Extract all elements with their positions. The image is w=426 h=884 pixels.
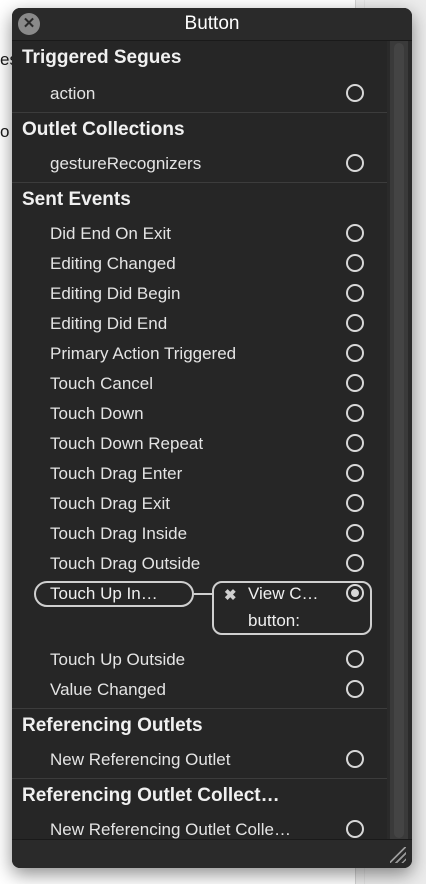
connection-circle-icon[interactable] <box>346 750 364 768</box>
connection-label: Touch Drag Inside <box>50 524 188 543</box>
remove-connection-icon[interactable]: ✖ <box>224 586 237 604</box>
connection-label: action <box>50 84 96 103</box>
connection-label: Value Changed <box>50 680 166 699</box>
connection-circle-icon[interactable] <box>346 524 364 542</box>
section-header-sent-events: Sent Events <box>12 182 387 216</box>
connection-row-gesture-recognizers[interactable]: gestureRecognizers <box>12 149 387 179</box>
target-object-label: View C… <box>248 584 319 603</box>
connection-label: Touch Drag Enter <box>50 464 183 483</box>
connection-row-event[interactable]: Value Changed <box>12 675 387 705</box>
connection-circle-icon[interactable] <box>346 224 364 242</box>
connection-circle-icon[interactable] <box>346 254 364 272</box>
connection-circle-icon[interactable] <box>346 464 364 482</box>
connection-circle-icon[interactable] <box>346 650 364 668</box>
close-icon[interactable]: ✕ <box>18 13 40 35</box>
target-action-label: button: <box>248 611 300 630</box>
connection-label: Touch Down Repeat <box>50 434 204 453</box>
background-text-fragment: o <box>0 122 10 141</box>
connection-row-new-referencing-outlet[interactable]: New Referencing Outlet <box>12 745 387 775</box>
connection-label: Editing Changed <box>50 254 176 273</box>
connection-row-event[interactable]: Editing Did Begin <box>12 279 387 309</box>
connection-label: New Referencing Outlet <box>50 750 231 769</box>
connection-label: Touch Cancel <box>50 374 154 393</box>
connection-row-event[interactable]: Editing Did End <box>12 309 387 339</box>
connection-circle-icon[interactable] <box>346 344 364 362</box>
connection-label: Touch Drag Exit <box>50 494 170 513</box>
connection-row-event[interactable]: Touch Drag Inside <box>12 519 387 549</box>
panel-bottom-bar <box>12 839 412 868</box>
connection-circle-icon[interactable] <box>346 154 364 172</box>
connection-row-event[interactable]: Touch Cancel <box>12 369 387 399</box>
connection-label: Editing Did Begin <box>50 284 181 303</box>
panel-titlebar: ✕ Button <box>12 8 412 41</box>
connection-label: Did End On Exit <box>50 224 171 243</box>
connection-label: Touch Up Outside <box>50 650 186 669</box>
connection-circle-icon[interactable] <box>346 434 364 452</box>
connection-circle-icon[interactable] <box>346 84 364 102</box>
section-header-triggered-segues: Triggered Segues <box>22 47 182 68</box>
connection-label: gestureRecognizers <box>50 154 202 173</box>
connection-circle-icon[interactable] <box>346 680 364 698</box>
connection-circle-icon[interactable] <box>346 314 364 332</box>
connections-list: Triggered Segues action Outlet Collectio… <box>12 41 387 840</box>
connection-circle-icon[interactable] <box>346 820 364 838</box>
scrollbar-track[interactable] <box>394 43 404 838</box>
connected-event-pill[interactable]: Touch Up In… <box>34 581 194 607</box>
connection-row-event[interactable]: Touch Up Outside <box>12 645 387 675</box>
connection-row-event[interactable]: Editing Changed <box>12 249 387 279</box>
section-header-outlet-collections: Outlet Collections <box>12 112 387 146</box>
connection-circle-icon[interactable] <box>346 284 364 302</box>
connection-label: Editing Did End <box>50 314 168 333</box>
connection-row-event[interactable]: Touch Drag Exit <box>12 489 387 519</box>
connection-label: Primary Action Triggered <box>50 344 237 363</box>
connection-row-event[interactable]: Touch Down <box>12 399 387 429</box>
section-header-referencing-outlet-collections: Referencing Outlet Collect… <box>12 778 387 812</box>
connection-circle-icon[interactable] <box>346 374 364 392</box>
connection-row-action[interactable]: action <box>12 79 387 109</box>
vertical-scrollbar[interactable] <box>390 41 408 840</box>
resize-grip-icon[interactable] <box>390 847 406 863</box>
connection-row-event[interactable]: Touch Drag Enter <box>12 459 387 489</box>
connection-row-touch-up-inside: Touch Up In… ✖ View C… button: <box>12 581 387 639</box>
connection-row-event[interactable]: Touch Drag Outside <box>12 549 387 579</box>
connection-circle-icon[interactable] <box>346 554 364 572</box>
connection-circle-icon[interactable] <box>346 494 364 512</box>
connection-row-event[interactable]: Did End On Exit <box>12 219 387 249</box>
panel-title: Button <box>184 13 240 34</box>
connection-circle-filled-icon[interactable] <box>346 584 364 602</box>
connection-row-event[interactable]: Primary Action Triggered <box>12 339 387 369</box>
connection-circle-icon[interactable] <box>346 404 364 422</box>
connection-line <box>194 593 214 595</box>
connections-panel: ✕ Button Triggered Segues action Outlet … <box>12 8 412 868</box>
connection-label: Touch Down <box>50 404 144 423</box>
section-header-referencing-outlets: Referencing Outlets <box>12 708 387 742</box>
connection-label: Touch Drag Outside <box>50 554 201 573</box>
connection-row-event[interactable]: Touch Down Repeat <box>12 429 387 459</box>
